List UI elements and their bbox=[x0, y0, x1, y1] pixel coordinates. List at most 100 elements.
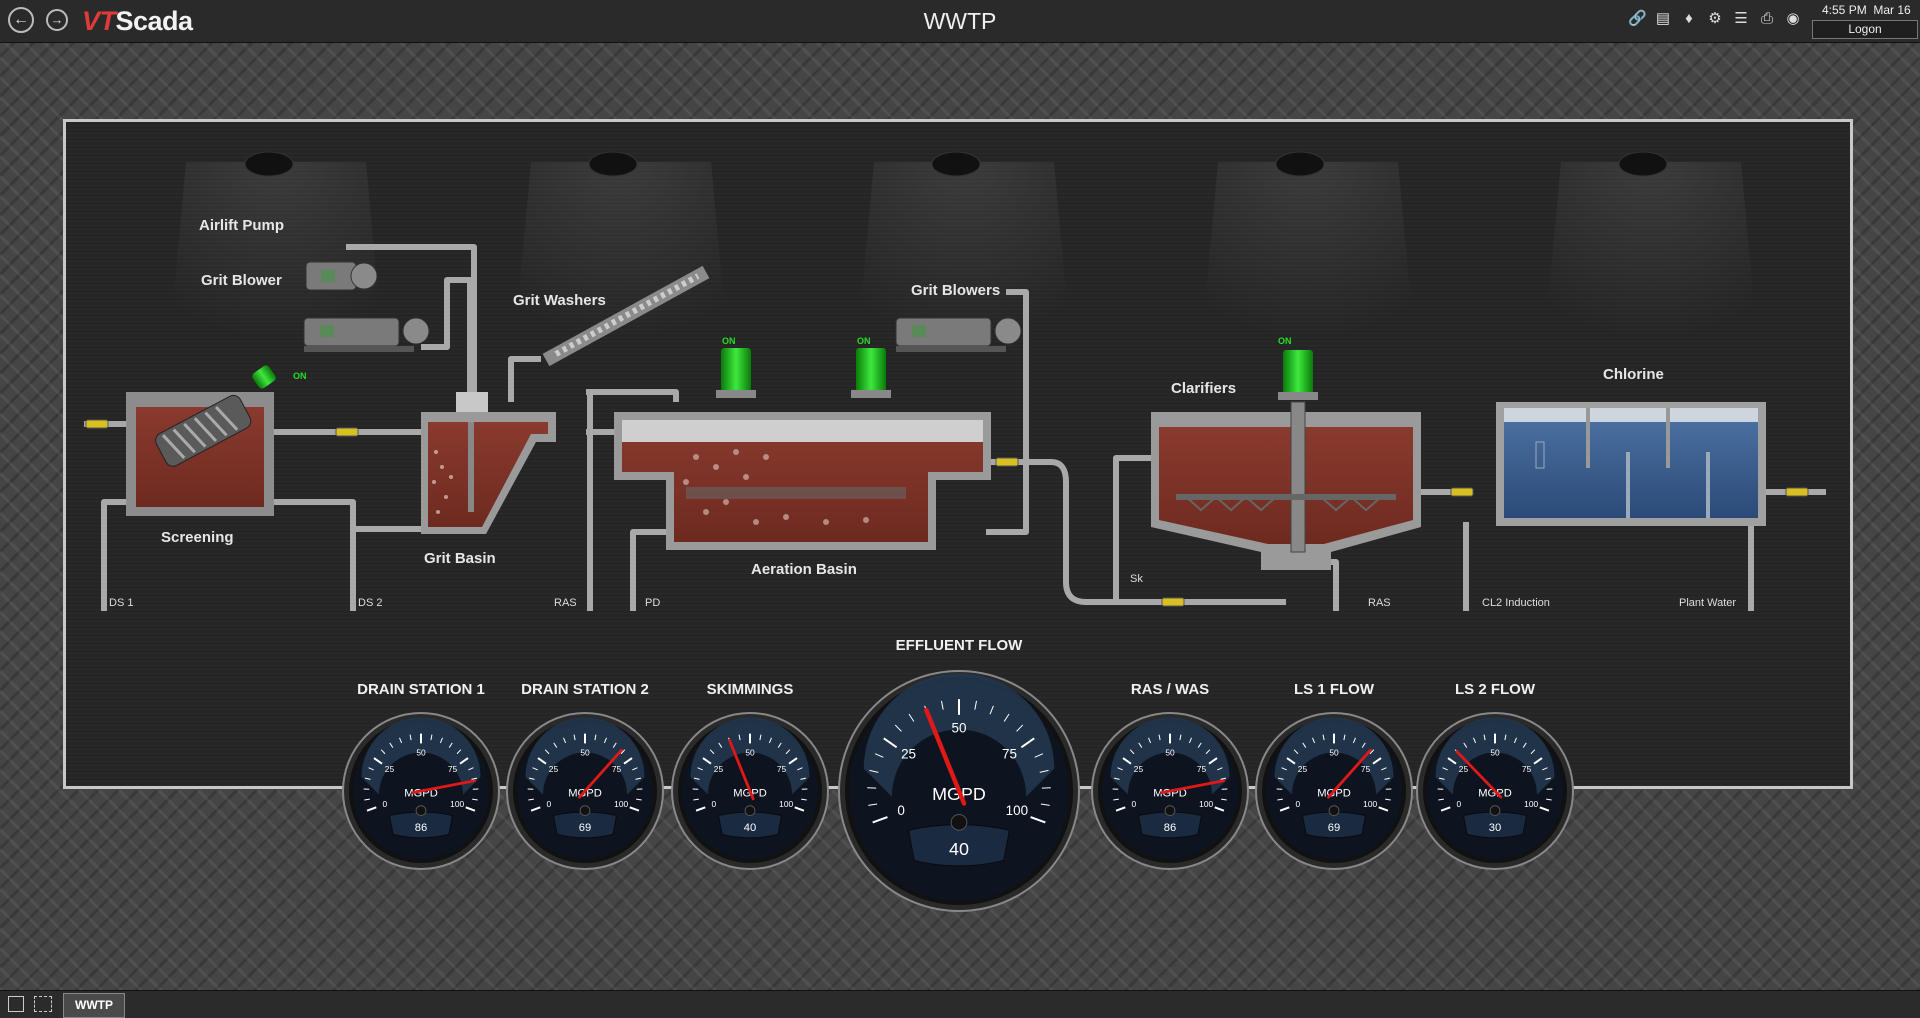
toolbar-icons: 🔗 ▤ ♦ ⚙ ☰ ⎙ ◉ bbox=[1628, 10, 1802, 28]
flow-gauge: 0255075100MGPD86 bbox=[1090, 711, 1250, 871]
gauge-title: EFFLUENT FLOW bbox=[849, 637, 1069, 654]
chlorine-label: Chlorine bbox=[1603, 366, 1664, 383]
grit-blowers bbox=[896, 318, 1021, 352]
grit-blower-label: Grit Blower bbox=[201, 272, 282, 289]
gauge-value: 40 bbox=[949, 839, 969, 859]
airlift-pump-label: Airlift Pump bbox=[199, 217, 284, 234]
gauge-scale-label: 75 bbox=[777, 764, 787, 774]
gauge-scale-label: 25 bbox=[714, 764, 724, 774]
flow-gauge: 0255075100MGPD69 bbox=[505, 711, 665, 871]
gauge-scale-label: 100 bbox=[1006, 803, 1028, 818]
aeration-basin-label: Aeration Basin bbox=[751, 561, 857, 578]
grit-basin bbox=[421, 392, 556, 534]
gauge-scale-label: 100 bbox=[450, 799, 464, 809]
gauge-scale-label: 0 bbox=[546, 799, 551, 809]
gauge-scale-label: 0 bbox=[711, 799, 716, 809]
clock: 4:55 PM Mar 16 bbox=[1822, 3, 1911, 17]
cl2-induction-line-label: CL2 Induction bbox=[1482, 597, 1550, 609]
clarifier-motor-status: ON bbox=[1278, 336, 1292, 346]
gauge-scale-label: 100 bbox=[1524, 799, 1538, 809]
gauge-scale-label: 25 bbox=[1459, 764, 1469, 774]
gauge-scale-label: 25 bbox=[385, 764, 395, 774]
gauge-value: 69 bbox=[579, 822, 591, 834]
plant-water-line-label: Plant Water bbox=[1679, 597, 1736, 609]
gauge-hub bbox=[1490, 806, 1500, 816]
chlorine-tank bbox=[1496, 402, 1766, 526]
gauge-scale-label: 75 bbox=[1197, 764, 1207, 774]
gauge-value: 86 bbox=[415, 822, 427, 834]
gauge-scale-label: 75 bbox=[1522, 764, 1532, 774]
flow-gauge: 0255075100MGPD69 bbox=[1254, 711, 1414, 871]
aeration-motor-1-status: ON bbox=[722, 336, 736, 346]
pd-line-label: PD bbox=[645, 597, 660, 609]
gauge-scale-label: 25 bbox=[901, 747, 916, 762]
gauge-title: LS 2 FLOW bbox=[1385, 681, 1605, 698]
aeration-motor-2-status: ON bbox=[857, 336, 871, 346]
gauge-scale-label: 75 bbox=[448, 764, 458, 774]
gauge-value: 30 bbox=[1489, 822, 1501, 834]
report-icon[interactable]: ☰ bbox=[1732, 10, 1750, 28]
screening-label: Screening bbox=[161, 529, 234, 546]
gauge-scale-label: 50 bbox=[580, 748, 590, 758]
image-icon[interactable]: ▤ bbox=[1654, 10, 1672, 28]
gauge-scale-label: 0 bbox=[1456, 799, 1461, 809]
gauge-hub bbox=[580, 806, 590, 816]
screening-motor-status: ON bbox=[293, 371, 307, 381]
ras-return-line-label: RAS bbox=[1368, 597, 1391, 609]
flow-gauge: 0255075100MGPD30 bbox=[1415, 711, 1575, 871]
gauge-scale-label: 100 bbox=[1199, 799, 1213, 809]
gauge-scale-label: 75 bbox=[1002, 747, 1017, 762]
link-icon[interactable]: 🔗 bbox=[1628, 10, 1646, 28]
gauge-hub bbox=[416, 806, 426, 816]
gauge-scale-label: 75 bbox=[1361, 764, 1371, 774]
gauge-scale-label: 25 bbox=[1298, 764, 1308, 774]
gauge-scale-label: 0 bbox=[1295, 799, 1300, 809]
gauge-scale-label: 100 bbox=[779, 799, 793, 809]
airlift-pump bbox=[306, 262, 377, 290]
gauge-scale-label: 25 bbox=[549, 764, 559, 774]
ds1-line-label: DS 1 bbox=[109, 597, 133, 609]
gauge-value: 40 bbox=[744, 822, 756, 834]
gauge-scale-label: 75 bbox=[612, 764, 622, 774]
gauge-scale-label: 25 bbox=[1134, 764, 1144, 774]
logon-button[interactable]: Logon bbox=[1812, 20, 1918, 39]
clarifiers-label: Clarifiers bbox=[1171, 380, 1236, 397]
grit-blowers-label: Grit Blowers bbox=[911, 282, 1000, 299]
gauge-scale-label: 50 bbox=[745, 748, 755, 758]
gauge-value: 86 bbox=[1164, 822, 1176, 834]
gauge-hub bbox=[951, 815, 967, 831]
gauge-scale-label: 0 bbox=[1131, 799, 1136, 809]
screening-tank bbox=[126, 364, 277, 516]
gauge-scale-label: 0 bbox=[897, 803, 904, 818]
flow-gauge: 0255075100MGPD40 bbox=[837, 669, 1081, 913]
gauge-title: SKIMMINGS bbox=[640, 681, 860, 698]
taskbar: WWTP bbox=[0, 990, 1920, 1018]
flow-gauge: 0255075100MGPD40 bbox=[670, 711, 830, 871]
gauge-scale-label: 50 bbox=[1490, 748, 1500, 758]
gauge-scale-label: 50 bbox=[1329, 748, 1339, 758]
bell-icon[interactable]: ◉ bbox=[1784, 10, 1802, 28]
gauge-scale-label: 100 bbox=[614, 799, 628, 809]
gauge-scale-label: 100 bbox=[1363, 799, 1377, 809]
list-view-icon[interactable] bbox=[8, 996, 24, 1012]
alarm-config-icon[interactable]: ⚙ bbox=[1706, 10, 1724, 28]
gauge-value: 69 bbox=[1328, 822, 1340, 834]
tab-wwtp[interactable]: WWTP bbox=[63, 993, 125, 1018]
gauge-scale-label: 0 bbox=[382, 799, 387, 809]
gauge-hub bbox=[1165, 806, 1175, 816]
gauge-hub bbox=[745, 806, 755, 816]
flow-gauge: 0255075100MGPD86 bbox=[341, 711, 501, 871]
tag-icon[interactable]: ♦ bbox=[1680, 10, 1698, 28]
gauge-hub bbox=[1329, 806, 1339, 816]
grit-blower bbox=[304, 318, 429, 352]
gauge-scale-label: 50 bbox=[1165, 748, 1175, 758]
print-icon[interactable]: ⎙ bbox=[1758, 10, 1776, 28]
grit-basin-label: Grit Basin bbox=[424, 550, 496, 567]
gauge-scale-label: 50 bbox=[416, 748, 426, 758]
grid-view-icon[interactable] bbox=[34, 996, 52, 1012]
sk-line-label: Sk bbox=[1130, 573, 1143, 585]
gauge-scale-label: 50 bbox=[952, 720, 967, 735]
title-bar: ← → VTScada WWTP 🔗 ▤ ♦ ⚙ ☰ ⎙ ◉ 4:55 PM M… bbox=[0, 0, 1920, 43]
ds2-line-label: DS 2 bbox=[358, 597, 382, 609]
grit-washers-label: Grit Washers bbox=[513, 292, 606, 309]
